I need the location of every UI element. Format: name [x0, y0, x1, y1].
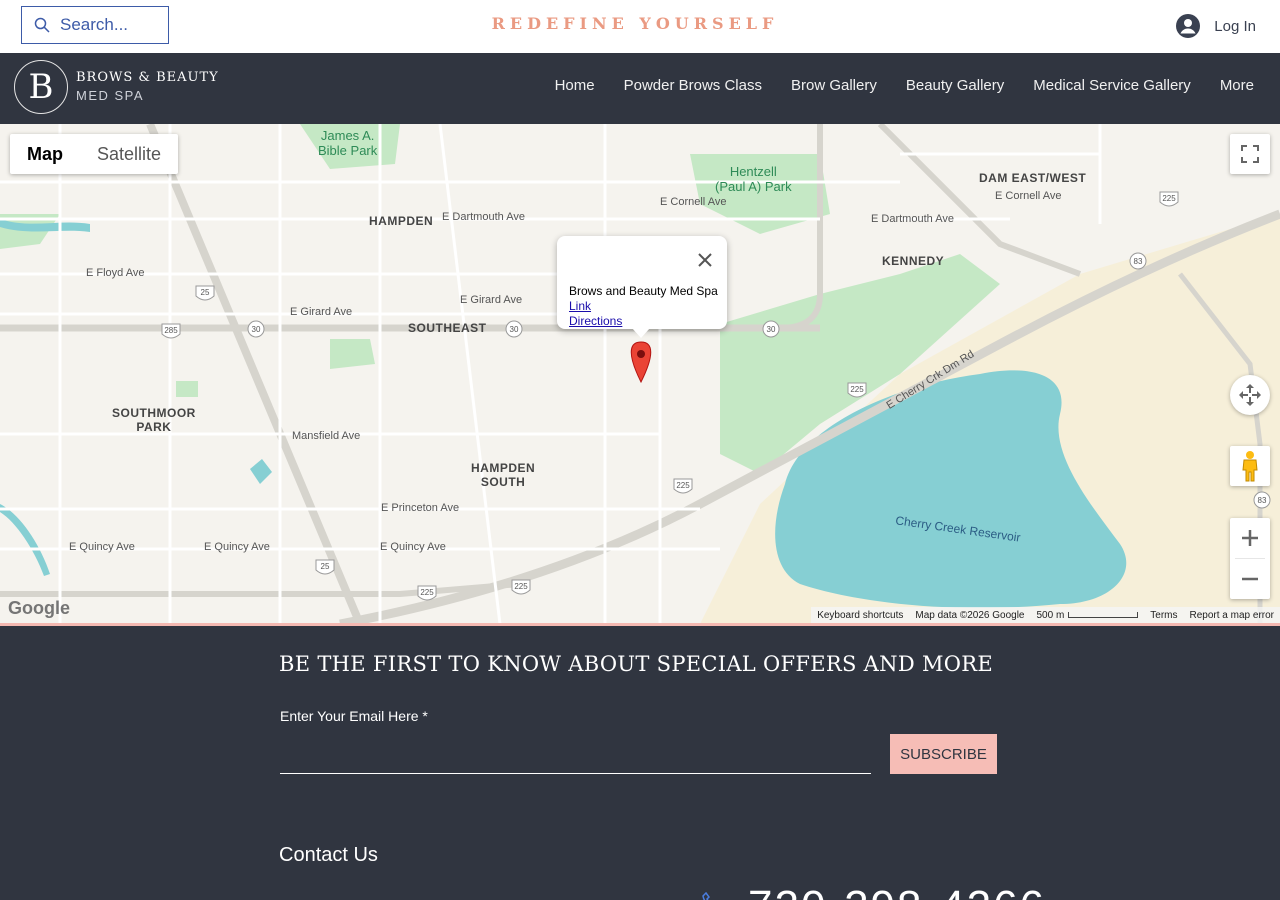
- svg-text:225: 225: [676, 481, 690, 490]
- map-label-street: E Cornell Ave: [995, 190, 1062, 202]
- nav-item-more[interactable]: More: [1220, 77, 1254, 94]
- map-marker[interactable]: [630, 341, 652, 384]
- info-window-tail: [632, 328, 650, 338]
- zoom-out-button[interactable]: [1241, 559, 1259, 599]
- svg-text:225: 225: [850, 385, 864, 394]
- map-label-neighborhood: SOUTHMOOR PARK: [112, 406, 196, 434]
- nav-item-brow-gallery[interactable]: Brow Gallery: [791, 77, 877, 94]
- close-icon[interactable]: [695, 250, 715, 270]
- svg-text:285: 285: [164, 326, 178, 335]
- google-logo[interactable]: Google: [8, 598, 70, 619]
- map-canvas[interactable]: 25 285 30 30 30 225 225 25 225 225 225 8…: [0, 124, 1280, 624]
- nav-item-home[interactable]: Home: [555, 77, 595, 94]
- svg-text:25: 25: [201, 288, 210, 297]
- map-type-satellite-button[interactable]: Satellite: [80, 134, 178, 174]
- info-window-link[interactable]: Link: [569, 299, 727, 314]
- google-map[interactable]: 25 285 30 30 30 225 225 25 225 225 225 8…: [0, 124, 1280, 624]
- nav-item-powder-brows-class[interactable]: Powder Brows Class: [624, 77, 762, 94]
- report-error-link[interactable]: Report a map error: [1190, 610, 1274, 621]
- svg-text:225: 225: [420, 588, 434, 597]
- map-label-neighborhood: DAM EAST/WEST: [979, 171, 1087, 185]
- map-data-text: Map data ©2026 Google: [915, 609, 1025, 621]
- footer: BE THE FIRST TO KNOW ABOUT SPECIAL OFFER…: [0, 626, 1280, 900]
- fullscreen-button[interactable]: [1230, 134, 1270, 174]
- svg-text:83: 83: [1258, 496, 1267, 505]
- pan-arrows-icon: [1239, 384, 1261, 406]
- top-bar: REDEFINE YOURSELF Log In: [0, 0, 1280, 53]
- login-button[interactable]: Log In: [1176, 14, 1256, 38]
- brand-name: BROWS & BEAUTY: [76, 70, 219, 85]
- email-label: Enter Your Email Here *: [280, 708, 428, 724]
- map-label-neighborhood: HAMPDEN: [369, 214, 434, 228]
- svg-text:30: 30: [252, 325, 261, 334]
- map-label-street: E Floyd Ave: [86, 267, 145, 279]
- map-label-street: E Quincy Ave: [380, 541, 446, 553]
- phone-icon: [702, 892, 710, 900]
- map-label-street: E Girard Ave: [290, 306, 353, 318]
- svg-text:25: 25: [321, 562, 330, 571]
- zoom-in-button[interactable]: [1241, 518, 1259, 558]
- map-type-toggle: Map Satellite: [10, 134, 179, 174]
- nav-item-medical-service-gallery[interactable]: Medical Service Gallery: [1033, 77, 1191, 94]
- svg-text:30: 30: [510, 325, 519, 334]
- map-label-street: Mansfield Ave: [292, 430, 361, 442]
- subscribe-button[interactable]: SUBSCRIBE: [890, 734, 997, 774]
- map-label-street: E Girard Ave: [460, 294, 523, 306]
- contact-title: Contact Us: [279, 844, 378, 866]
- map-attribution: Keyboard shortcuts Map data ©2026 Google…: [811, 607, 1280, 623]
- brand-subtitle: MED SPA: [76, 88, 145, 103]
- login-label: Log In: [1214, 17, 1256, 35]
- info-window-title: Brows and Beauty Med Spa: [569, 284, 718, 298]
- zoom-control: [1230, 518, 1270, 599]
- fullscreen-icon: [1241, 145, 1259, 163]
- map-label-park: Hentzell (Paul A) Park: [715, 164, 792, 194]
- camera-control-button[interactable]: [1230, 375, 1270, 415]
- map-info-window: Brows and Beauty Med Spa Link Directions: [557, 236, 727, 338]
- street-view-button[interactable]: [1230, 446, 1270, 486]
- logo-mark: B: [14, 60, 68, 114]
- email-field[interactable]: [280, 732, 871, 774]
- minus-icon: [1242, 577, 1258, 581]
- map-label-street: E Princeton Ave: [381, 502, 460, 514]
- plus-icon: [1242, 530, 1258, 546]
- svg-text:30: 30: [767, 325, 776, 334]
- scale-indicator[interactable]: 500 m: [1036, 610, 1139, 621]
- map-label-neighborhood: HAMPDEN SOUTH: [471, 461, 536, 489]
- map-label-street: E Dartmouth Ave: [442, 211, 525, 223]
- phone-number[interactable]: 720-298-4266: [748, 882, 1046, 900]
- map-label-park: James A. Bible Park: [318, 128, 378, 158]
- map-label-neighborhood: KENNEDY: [882, 254, 945, 268]
- nav-menu: Home Powder Brows Class Brow Gallery Bea…: [555, 77, 1254, 94]
- newsletter-title: BE THE FIRST TO KNOW ABOUT SPECIAL OFFER…: [279, 652, 993, 676]
- brand-logo[interactable]: B BROWS & BEAUTY MED SPA: [14, 60, 219, 114]
- map-label-street: E Quincy Ave: [69, 541, 135, 553]
- pegman-icon: [1242, 451, 1258, 482]
- map-type-map-button[interactable]: Map: [10, 134, 80, 174]
- info-window-directions[interactable]: Directions: [569, 314, 727, 329]
- svg-text:225: 225: [514, 582, 528, 591]
- map-label-street: E Dartmouth Ave: [871, 213, 954, 225]
- terms-link[interactable]: Terms: [1150, 610, 1177, 621]
- main-navbar: B BROWS & BEAUTY MED SPA Home Powder Bro…: [0, 53, 1280, 124]
- map-label-street: E Quincy Ave: [204, 541, 270, 553]
- map-label-neighborhood: SOUTHEAST: [408, 321, 487, 335]
- keyboard-shortcuts-link[interactable]: Keyboard shortcuts: [817, 610, 903, 621]
- map-label-street: E Cornell Ave: [660, 196, 727, 208]
- svg-text:83: 83: [1134, 257, 1143, 266]
- tagline: REDEFINE YOURSELF: [491, 14, 779, 33]
- svg-text:225: 225: [1162, 194, 1176, 203]
- nav-item-beauty-gallery[interactable]: Beauty Gallery: [906, 77, 1004, 94]
- user-avatar-icon: [1176, 14, 1201, 38]
